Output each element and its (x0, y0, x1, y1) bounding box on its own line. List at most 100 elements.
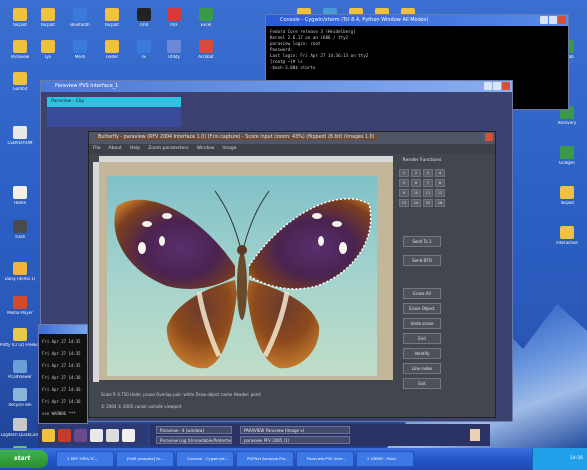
send-to-1-button[interactable]: Send To 1 (403, 236, 441, 247)
render-number-button[interactable]: 16 (435, 199, 445, 207)
viewer-titlebar[interactable]: Butterfly - paraview (RFV 2004 Interface… (89, 132, 495, 144)
taskbar-button[interactable]: PDFNet Amanda Pro... (236, 451, 294, 467)
media-icon[interactable] (58, 428, 71, 442)
pv-task-button-1[interactable]: Paraview - 4 (window) (156, 426, 232, 434)
file-icon[interactable] (122, 428, 135, 442)
desktop-icon[interactable]: Media Player (0, 296, 40, 315)
desktop-icon-label: Home (14, 201, 26, 205)
render-number-button[interactable]: 1 (399, 169, 409, 177)
menu-about[interactable]: About (109, 144, 122, 154)
pv-task-button-2[interactable]: Paraview Log (Unreadable/Protected) (156, 436, 232, 444)
minimize-button[interactable] (540, 16, 548, 24)
desktop-icon-label: Gridgen (559, 161, 575, 165)
windows-taskbar: start 2 DEF SPEA-TC... [FoM prosodie] fo.… (0, 448, 587, 470)
paraview-titlebar[interactable]: Paraview PVS Interface_1 (41, 81, 512, 92)
desktop-icon[interactable]: CSDVD-ROM (0, 126, 40, 145)
erase-object-button[interactable]: Erase Object (403, 303, 441, 314)
terminal-output[interactable]: Fedora Core release 3 (Heidelberg) Kernel… (266, 26, 568, 74)
desktop-icon[interactable]: Home (0, 186, 40, 205)
taskbar-button[interactable]: 2 DEF SPEA-TC... (56, 451, 114, 467)
taskbar-button[interactable]: Paraview PVS Inter... (296, 451, 354, 467)
render-number-button[interactable]: 5 (399, 179, 409, 187)
folder-icon (560, 226, 574, 239)
menu-file[interactable]: File (93, 144, 101, 154)
app-icon[interactable] (74, 428, 87, 442)
console-titlebar[interactable] (39, 325, 87, 334)
exit-button[interactable]: Exit (403, 378, 441, 389)
close-button[interactable] (558, 16, 566, 24)
render-number-button[interactable]: 2 (411, 169, 421, 177)
butterfly-image[interactable] (107, 176, 377, 376)
render-number-button[interactable]: 15 (423, 199, 433, 207)
image-canvas[interactable] (99, 162, 393, 380)
render-number-button[interactable]: 10 (411, 189, 421, 197)
identify-button[interactable]: Identify (403, 348, 441, 359)
desktop-icon[interactable]: Gridgen (547, 146, 587, 165)
desktop-icon[interactable]: Putty (Cl (Z) FreeEasy (0, 328, 40, 347)
close-button[interactable] (485, 133, 493, 141)
desktop-icon[interactable]: Acrobat (186, 40, 226, 59)
gear-icon[interactable] (42, 428, 55, 442)
folder-icon (73, 40, 87, 53)
desktop-icon[interactable]: Tecplot (547, 186, 587, 205)
send-bto-button[interactable]: Send BTO (403, 255, 441, 266)
folder-icon (13, 360, 27, 373)
render-number-button[interactable]: 13 (399, 199, 409, 207)
render-number-button[interactable]: 11 (423, 189, 433, 197)
desktop-icon[interactable]: PCadViewer (0, 360, 40, 379)
image-viewer-window[interactable]: Butterfly - paraview (RFV 2004 Interface… (88, 131, 496, 418)
close-button[interactable] (502, 82, 510, 90)
small-console-window[interactable]: Fri Apr 27 14:35 Fri Apr 27 14:35 Fri Apr … (38, 324, 88, 424)
start-button[interactable]: start (0, 450, 48, 468)
console-log: Fri Apr 27 14:35 Fri Apr 27 14:35 Fri Apr … (39, 334, 87, 423)
render-number-button[interactable]: 12 (435, 189, 445, 197)
folder-icon (137, 40, 151, 53)
render-number-button[interactable]: 4 (435, 169, 445, 177)
maximize-button[interactable] (549, 16, 557, 24)
menu-image[interactable]: Image (222, 144, 236, 154)
menu-window[interactable]: Window (197, 144, 215, 154)
render-number-button[interactable]: 9 (399, 189, 409, 197)
desktop-icon[interactable]: Recycle Bin (0, 388, 40, 407)
terminal-title: Console - Cygwin/xterm (Tcl 8.4, Python … (280, 17, 429, 23)
clock[interactable]: 14:36 (570, 456, 583, 461)
render-number-button[interactable]: 6 (411, 179, 421, 187)
terminal-titlebar[interactable]: Console - Cygwin/xterm (Tcl 8.4, Python … (266, 15, 568, 26)
desktop-icon-label: Recycle Bin (8, 403, 32, 407)
render-number-button[interactable]: 3 (423, 169, 433, 177)
desktop-icon-label: Tecplot (559, 201, 575, 205)
trash-icon[interactable] (470, 429, 480, 441)
taskbar-button[interactable]: 2 GRMM - Paint (356, 451, 414, 467)
render-number-button[interactable]: 7 (423, 179, 433, 187)
console-line: Fri Apr 27 14:35 (42, 339, 81, 344)
maximize-button[interactable] (493, 82, 501, 90)
desktop-icon[interactable]: Daisy (demo 1) (0, 262, 40, 281)
desktop-icon-label: Acrobat (198, 55, 214, 59)
pv-task-button-3[interactable]: PARAVIEW Paraview (Image v) (240, 426, 350, 434)
paraview-task-strip: Paraview - 4 (window) Paraview Log (Unre… (150, 424, 490, 446)
undo-erase-button[interactable]: Undo erase (403, 318, 441, 329)
minimize-button[interactable] (484, 82, 492, 90)
end-button[interactable]: End (403, 333, 441, 344)
desktop-icon[interactable]: Interactive (547, 226, 587, 245)
pv-task-button-4[interactable]: paraview PFV 2005 (1) (240, 436, 350, 444)
folder-icon (13, 328, 27, 341)
folder-icon (13, 262, 27, 275)
window-icon[interactable] (106, 428, 119, 442)
paraview-inner-panel[interactable]: Paraview - Clip (47, 97, 181, 127)
menu-zoom-parameters[interactable]: Zoom parameters (148, 144, 189, 154)
folder-icon (105, 8, 119, 21)
render-number-button[interactable]: 8 (435, 179, 445, 187)
menu-help[interactable]: Help (130, 144, 140, 154)
desktop-icon[interactable]: Excel (186, 8, 226, 27)
taskbar-button[interactable]: [FoM prosodie] fo... (116, 451, 174, 467)
taskbar-button[interactable]: Console - Cygwin/xt... (176, 451, 234, 467)
line-index-button[interactable]: Line index (403, 363, 441, 374)
desktop-icon[interactable]: Trash (0, 220, 40, 239)
desktop-icon[interactable]: Gambit (0, 72, 40, 91)
document-icon[interactable] (90, 428, 103, 442)
render-number-button[interactable]: 14 (411, 199, 421, 207)
desktop-icon[interactable]: Logitech QuickCam (0, 418, 40, 437)
erase-all-button[interactable]: Erase All (403, 288, 441, 299)
desktop-icon-label: Logitech QuickCam (0, 433, 40, 437)
